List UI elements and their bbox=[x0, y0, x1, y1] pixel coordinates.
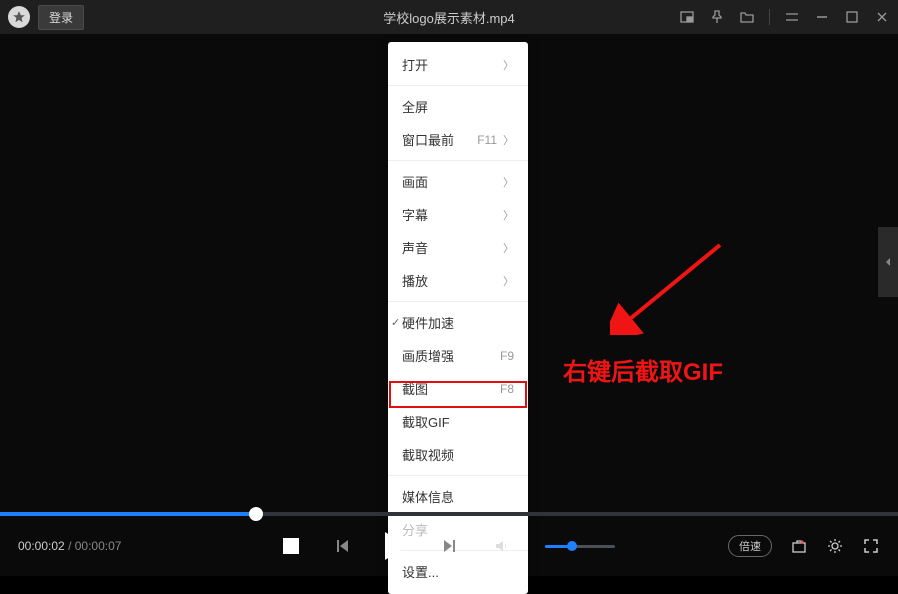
menu-hw-accel[interactable]: 硬件加速 bbox=[388, 306, 528, 339]
menu-fullscreen[interactable]: 全屏 bbox=[388, 90, 528, 123]
menu-label: 全屏 bbox=[402, 97, 428, 116]
menu-separator bbox=[388, 475, 528, 476]
mini-player-icon[interactable] bbox=[679, 9, 695, 25]
menu-icon[interactable] bbox=[784, 9, 800, 25]
time-duration: 00:00:07 bbox=[75, 539, 122, 553]
controls-bar: 00:00:02 / 00:00:07 倍速 bbox=[0, 516, 898, 576]
menu-open[interactable]: 打开 〉 bbox=[388, 48, 528, 81]
menu-separator bbox=[388, 160, 528, 161]
menu-audio[interactable]: 声音 〉 bbox=[388, 231, 528, 264]
time-current: 00:00:02 bbox=[18, 539, 65, 553]
menu-label: 画面 bbox=[402, 172, 428, 191]
menu-label: 播放 bbox=[402, 271, 428, 290]
menu-label: 字幕 bbox=[402, 205, 428, 224]
menu-playback[interactable]: 播放 〉 bbox=[388, 264, 528, 297]
volume-slider[interactable] bbox=[545, 545, 615, 548]
close-icon[interactable] bbox=[874, 9, 890, 25]
fullscreen-icon[interactable] bbox=[862, 537, 880, 555]
play-button[interactable] bbox=[385, 532, 407, 560]
menu-capture-video[interactable]: 截取视频 bbox=[388, 438, 528, 471]
menu-label: 媒体信息 bbox=[402, 487, 454, 506]
stop-button[interactable] bbox=[283, 538, 299, 554]
menu-label: 打开 bbox=[402, 55, 428, 74]
center-controls bbox=[283, 532, 615, 560]
volume-icon[interactable] bbox=[493, 537, 511, 555]
chevron-right-icon: 〉 bbox=[503, 132, 514, 148]
menu-separator bbox=[388, 85, 528, 86]
menu-capture-gif[interactable]: 截取GIF bbox=[388, 405, 528, 438]
minimize-icon[interactable] bbox=[814, 9, 830, 25]
pin-icon[interactable] bbox=[709, 9, 725, 25]
shortcut-label: F11 bbox=[477, 133, 497, 147]
chevron-right-icon: 〉 bbox=[503, 57, 514, 73]
chevron-right-icon: 〉 bbox=[503, 273, 514, 289]
shortcut-label: F9 bbox=[500, 349, 514, 363]
prev-button[interactable] bbox=[333, 537, 351, 555]
volume-handle[interactable] bbox=[567, 541, 577, 551]
titlebar: 登录 学校logo展示素材.mp4 bbox=[0, 0, 898, 34]
menu-media-info[interactable]: 媒体信息 bbox=[388, 480, 528, 513]
folder-icon[interactable] bbox=[739, 9, 755, 25]
next-button[interactable] bbox=[441, 537, 459, 555]
chevron-right-icon: 〉 bbox=[503, 240, 514, 256]
volume-fill bbox=[545, 545, 573, 548]
menu-screenshot[interactable]: 截图 F8 bbox=[388, 372, 528, 405]
settings-icon[interactable] bbox=[826, 537, 844, 555]
titlebar-right-controls bbox=[679, 9, 890, 25]
menu-label: 截图 bbox=[402, 379, 428, 398]
menu-picture[interactable]: 画面 〉 bbox=[388, 165, 528, 198]
menu-subtitle[interactable]: 字幕 〉 bbox=[388, 198, 528, 231]
window-title: 学校logo展示素材.mp4 bbox=[383, 8, 514, 27]
right-controls: 倍速 bbox=[728, 535, 880, 557]
menu-label: 硬件加速 bbox=[402, 313, 454, 332]
separator bbox=[769, 9, 770, 25]
menu-label: 画质增强 bbox=[402, 346, 454, 365]
app-logo-icon bbox=[8, 6, 30, 28]
maximize-icon[interactable] bbox=[844, 9, 860, 25]
menu-label: 窗口最前 bbox=[402, 130, 454, 149]
playlist-tab[interactable] bbox=[878, 227, 898, 297]
annotation-text: 右键后截取GIF bbox=[563, 352, 723, 387]
menu-label: 声音 bbox=[402, 238, 428, 257]
menu-label: 截取视频 bbox=[402, 445, 454, 464]
time-display: 00:00:02 / 00:00:07 bbox=[18, 539, 121, 553]
shortcut-label: F8 bbox=[500, 382, 514, 396]
speed-button[interactable]: 倍速 bbox=[728, 535, 772, 557]
menu-separator bbox=[388, 301, 528, 302]
chevron-right-icon: 〉 bbox=[503, 207, 514, 223]
toolbox-icon[interactable] bbox=[790, 537, 808, 555]
chevron-right-icon: 〉 bbox=[503, 174, 514, 190]
menu-enhance[interactable]: 画质增强 F9 bbox=[388, 339, 528, 372]
login-button[interactable]: 登录 bbox=[38, 5, 84, 30]
menu-label: 截取GIF bbox=[402, 412, 450, 431]
menu-always-on-top[interactable]: 窗口最前 F11 〉 bbox=[388, 123, 528, 156]
